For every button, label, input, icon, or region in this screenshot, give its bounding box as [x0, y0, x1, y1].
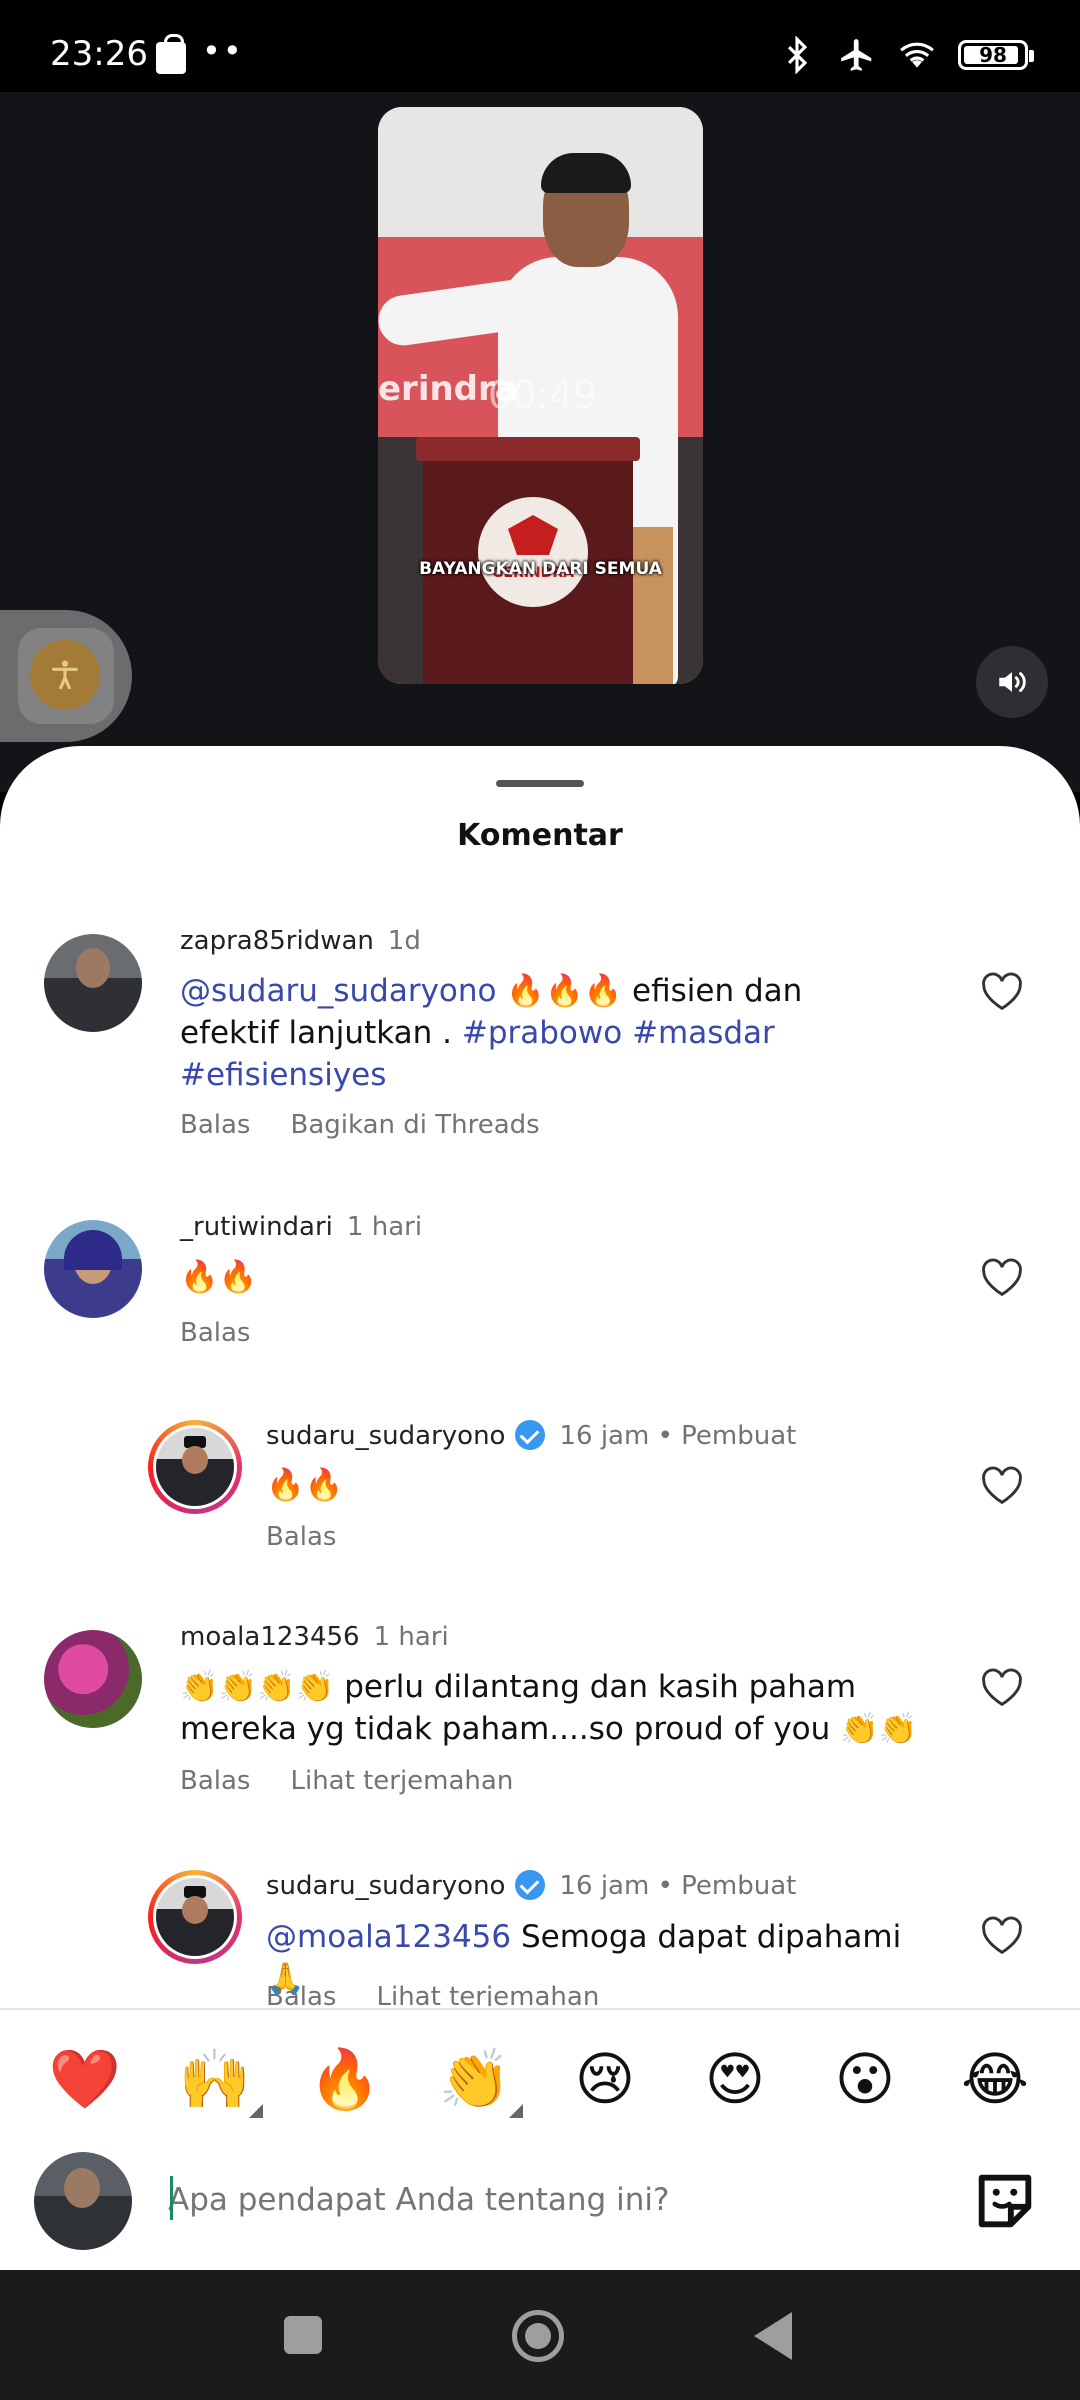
avatar[interactable] [44, 1220, 142, 1318]
like-heart-icon[interactable] [980, 1258, 1024, 1298]
video-timer: 00:49 [488, 373, 598, 417]
avatar[interactable] [44, 1630, 142, 1728]
accessibility-icon[interactable] [30, 640, 100, 710]
avatar-story-ring[interactable] [148, 1870, 242, 1964]
comment-username[interactable]: sudaru_sudaryono [266, 1871, 505, 1901]
reply-button[interactable]: Balas [266, 1522, 336, 1552]
reaction-fire[interactable]: 🔥 [305, 2045, 385, 2114]
status-bar: 23:26 •• 98 [0, 0, 1080, 92]
hashtag-link[interactable]: #prabowo [462, 1015, 622, 1051]
reaction-laughing[interactable]: 😂 [955, 2045, 1035, 2113]
avatar[interactable] [44, 934, 142, 1032]
sheet-title: Komentar [457, 818, 623, 853]
reply-button[interactable]: Balas [180, 1110, 250, 1140]
comment-username[interactable]: moala123456 [180, 1622, 360, 1652]
reaction-crying[interactable]: 😢 [565, 2045, 645, 2113]
comment-time: 1d [387, 926, 421, 956]
text-caret [170, 2176, 173, 2220]
shopping-bag-icon [156, 34, 186, 74]
hashtag-link[interactable]: #masdar [632, 1015, 775, 1051]
like-heart-icon[interactable] [980, 1466, 1024, 1506]
comment-composer [0, 2136, 1080, 2256]
reply-button[interactable]: Balas [266, 1982, 336, 2006]
see-translation-button[interactable]: Lihat terjemahan [376, 1982, 599, 2006]
see-translation-button[interactable]: Lihat terjemahan [290, 1766, 513, 1796]
notification-dots: •• [202, 32, 244, 70]
reply-button[interactable]: Balas [180, 1766, 250, 1796]
status-time: 23:26 [50, 34, 148, 74]
comment-username[interactable]: sudaru_sudaryono [266, 1421, 505, 1451]
share-threads-button[interactable]: Bagikan di Threads [290, 1110, 539, 1140]
wifi-icon [900, 42, 934, 68]
comment-text: 👏👏👏👏 perlu dilantang dan kasih paham mer… [180, 1669, 918, 1747]
like-heart-icon[interactable] [980, 1668, 1024, 1708]
reply-button[interactable]: Balas [180, 1318, 250, 1348]
accessibility-floating-button[interactable] [0, 610, 132, 742]
comment-time: 1 hari [373, 1622, 449, 1652]
comment-username[interactable]: _rutiwindari [180, 1212, 333, 1242]
avatar [156, 1878, 234, 1956]
status-icons: 98 [778, 36, 1034, 74]
reaction-heart[interactable]: ❤️ [45, 2045, 125, 2114]
party-logo: GERINDRA [478, 497, 588, 607]
verified-badge-icon [515, 1870, 546, 1900]
video-player[interactable]: GERINDRA erindra 00:49 BAYANGKAN DARI SE… [378, 107, 703, 684]
comment-text: @sudaru_sudaryono 🔥🔥🔥 efisien dan efekti… [180, 973, 803, 1093]
bluetooth-icon [787, 36, 808, 74]
home-button[interactable] [512, 2310, 564, 2362]
comment-input[interactable] [168, 2172, 928, 2228]
sheet-drag-handle[interactable] [496, 780, 584, 787]
mention-link[interactable]: @moala123456 [266, 1919, 511, 1955]
like-heart-icon[interactable] [980, 972, 1024, 1012]
sticker-icon[interactable] [970, 2166, 1040, 2236]
back-button[interactable] [754, 2312, 792, 2360]
comment-username[interactable]: zapra85ridwan [180, 926, 374, 956]
reaction-heart-eyes[interactable]: 😍 [695, 2045, 775, 2113]
recents-button[interactable] [284, 2316, 322, 2354]
volume-icon [999, 672, 1026, 692]
comment-time: 1 hari [346, 1212, 423, 1242]
hashtag-link[interactable]: #efisiensiyes [180, 1057, 386, 1093]
battery-icon: 98 [958, 40, 1034, 70]
video-area[interactable]: GERINDRA erindra 00:49 BAYANGKAN DARI SE… [0, 92, 1080, 792]
like-heart-icon[interactable] [980, 1916, 1024, 1956]
battery-level: 98 [979, 43, 1007, 67]
divider [0, 2008, 1080, 2010]
video-caption: BAYANGKAN DARI SEMUA [419, 559, 662, 579]
comment-time: 16 jam • Pembuat [559, 1871, 797, 1901]
airplane-icon [841, 39, 872, 71]
avatar-story-ring[interactable] [148, 1420, 242, 1514]
navigation-bar [0, 2270, 1080, 2400]
comment-text: 🔥🔥 [266, 1467, 344, 1503]
quick-reactions-bar: ❤️ 🙌 🔥 👏 😢 😍 😮 😂 [0, 2034, 1080, 2124]
avatar [34, 2152, 132, 2250]
sound-toggle-button[interactable] [976, 646, 1048, 718]
comment-text: 🔥🔥 [180, 1259, 258, 1295]
avatar [156, 1428, 234, 1506]
comment-time: 16 jam • Pembuat [559, 1421, 797, 1451]
reaction-raising-hands[interactable]: 🙌 [175, 2045, 263, 2118]
comments-list[interactable]: zapra85ridwan 1d @sudaru_sudaryono 🔥🔥🔥 ef… [0, 906, 1080, 2006]
reaction-surprised[interactable]: 😮 [825, 2045, 905, 2113]
reaction-clapping[interactable]: 👏 [435, 2045, 523, 2118]
verified-badge-icon [515, 1420, 546, 1450]
comments-sheet[interactable]: Komentar zapra85ridwan 1d @sudaru_sudaryo… [0, 746, 1080, 2270]
mention-link[interactable]: @sudaru_sudaryono [180, 973, 497, 1009]
